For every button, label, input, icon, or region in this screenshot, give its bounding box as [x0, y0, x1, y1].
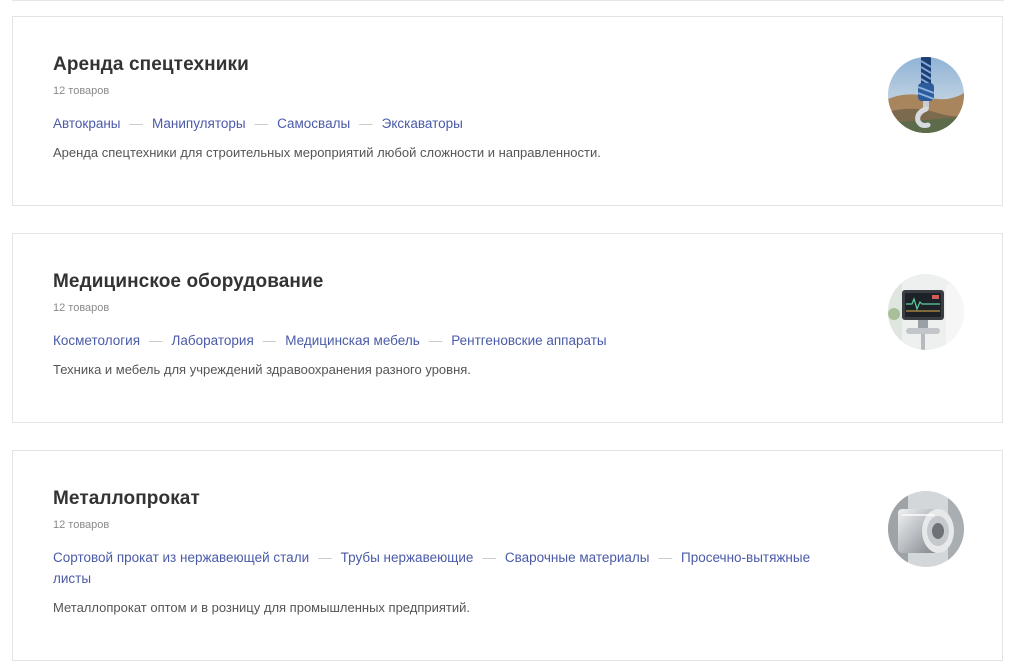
- category-count: 12 товаров: [53, 519, 110, 531]
- subcategory-link-autocranes[interactable]: Автокраны: [53, 116, 121, 131]
- category-description: Металлопрокат оптом и в розницу для пром…: [53, 600, 470, 615]
- link-separator: —: [482, 550, 496, 565]
- link-separator: —: [254, 116, 269, 131]
- category-count: 12 товаров: [53, 302, 110, 314]
- previous-card-edge: [12, 0, 1004, 1]
- subcategory-link-cosmetology[interactable]: Косметология: [53, 333, 140, 348]
- category-title[interactable]: Аренда спецтехники: [53, 54, 813, 76]
- subcategory-link-laboratory[interactable]: Лаборатория: [172, 333, 254, 348]
- subcategory-link-excavators[interactable]: Экскаваторы: [382, 116, 463, 131]
- link-separator: —: [149, 333, 163, 348]
- category-description: Аренда спецтехники для строительных меро…: [53, 145, 601, 160]
- category-card-metal: Металлопрокат 12 товаров Сортовой прокат…: [12, 450, 1003, 661]
- subcategory-link-stainless-pipes[interactable]: Трубы нержавеющие: [341, 550, 474, 565]
- category-title[interactable]: Металлопрокат: [53, 488, 813, 510]
- category-list: Аренда спецтехники 12 товаров Автокраны —…: [0, 0, 1021, 671]
- category-count: 12 товаров: [53, 85, 110, 97]
- category-card-rental: Аренда спецтехники 12 товаров Автокраны —…: [12, 16, 1003, 206]
- subcategory-link-xray[interactable]: Рентгеновские аппараты: [451, 333, 606, 348]
- subcategory-link-welding-materials[interactable]: Сварочные материалы: [505, 550, 650, 565]
- medical-monitor-icon[interactable]: [888, 274, 964, 350]
- subcategory-link-medical-furniture[interactable]: Медицинская мебель: [285, 333, 419, 348]
- subcategory-links: Автокраны — Манипуляторы — Самосвалы — Экскава…: [53, 113, 813, 134]
- link-separator: —: [359, 116, 373, 131]
- category-card-body: Медицинское оборудование 12 товаров Косм…: [53, 271, 813, 378]
- category-description: Техника и мебель для учреждений здравоох…: [53, 362, 471, 377]
- category-card-medical: Медицинское оборудование 12 товаров Косм…: [12, 233, 1003, 423]
- subcategory-links: Сортовой прокат из нержавеющей стали — Тру…: [53, 547, 813, 589]
- link-separator: —: [318, 550, 332, 565]
- category-title[interactable]: Медицинское оборудование: [53, 271, 813, 293]
- link-separator: —: [129, 116, 144, 131]
- link-separator: —: [262, 333, 277, 348]
- metal-roll-icon[interactable]: [888, 491, 964, 567]
- subcategory-link-dump-trucks[interactable]: Самосвалы: [277, 116, 350, 131]
- link-separator: —: [658, 550, 673, 565]
- crane-hook-icon[interactable]: [888, 57, 964, 133]
- subcategory-link-manipulators[interactable]: Манипуляторы: [152, 116, 246, 131]
- subcategory-link-stainless-profile[interactable]: Сортовой прокат из нержавеющей стали: [53, 550, 309, 565]
- link-separator: —: [428, 333, 443, 348]
- subcategory-links: Косметология — Лаборатория — Медицинская меб…: [53, 330, 813, 351]
- category-card-body: Аренда спецтехники 12 товаров Автокраны —…: [53, 54, 813, 161]
- category-card-body: Металлопрокат 12 товаров Сортовой прокат…: [53, 488, 813, 616]
